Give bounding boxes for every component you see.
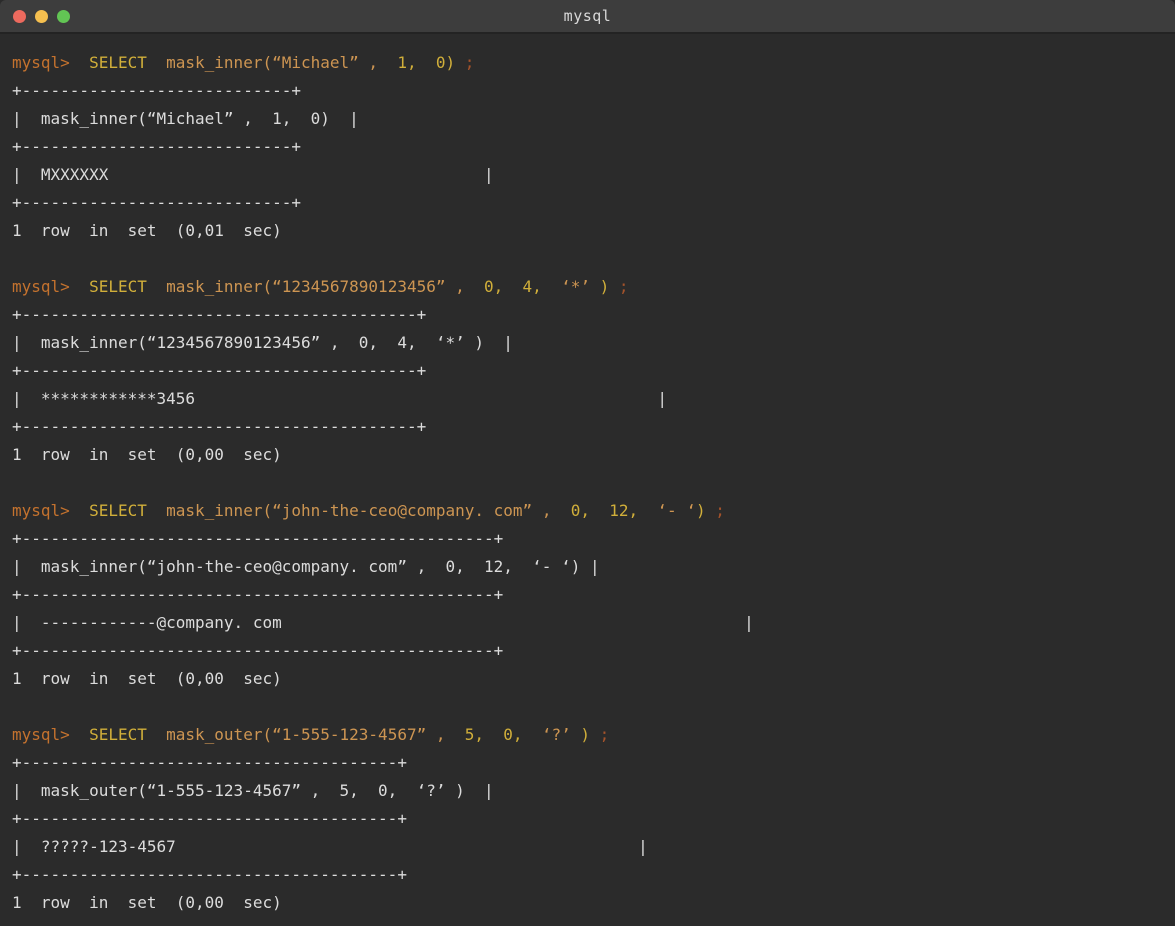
table-4-value: | ?????-123-4567 | [12, 833, 1175, 861]
table-1-border-top: +----------------------------+ [12, 77, 1175, 105]
terminal-window: mysql mysql> SELECT mask_inner(“Michael”… [0, 0, 1175, 926]
table-4-border-top: +---------------------------------------… [12, 749, 1175, 777]
table-4-border-bottom: +---------------------------------------… [12, 861, 1175, 889]
query-line-3: mysql> SELECT mask_inner(“john-the-ceo@c… [12, 497, 1175, 525]
table-2-value: | ************3456 | [12, 385, 1175, 413]
traffic-lights [13, 0, 70, 32]
table-3-header: | mask_inner(“john-the-ceo@company. com”… [12, 553, 1175, 581]
table-1-header: | mask_inner(“Michael” , 1, 0) | [12, 105, 1175, 133]
table-3-border-bottom: +---------------------------------------… [12, 637, 1175, 665]
query-line-1: mysql> SELECT mask_inner(“Michael” , 1, … [12, 49, 1175, 77]
table-2-border-bottom: +---------------------------------------… [12, 413, 1175, 441]
table-3-border-top: +---------------------------------------… [12, 525, 1175, 553]
result-summary-2: 1 row in set (0,00 sec) [12, 441, 1175, 469]
titlebar[interactable]: mysql [0, 0, 1175, 34]
query-line-4: mysql> SELECT mask_outer(“1-555-123-4567… [12, 721, 1175, 749]
query-line-2: mysql> SELECT mask_inner(“12345678901234… [12, 273, 1175, 301]
table-3-border-mid: +---------------------------------------… [12, 581, 1175, 609]
table-4-header: | mask_outer(“1-555-123-4567” , 5, 0, ‘?… [12, 777, 1175, 805]
blank-line [12, 693, 1175, 721]
result-summary-4: 1 row in set (0,00 sec) [12, 889, 1175, 917]
blank-line [12, 469, 1175, 497]
zoom-button[interactable] [57, 10, 70, 23]
minimize-button[interactable] [35, 10, 48, 23]
result-summary-3: 1 row in set (0,00 sec) [12, 665, 1175, 693]
blank-line [12, 245, 1175, 273]
table-2-border-mid: +---------------------------------------… [12, 357, 1175, 385]
result-summary-1: 1 row in set (0,01 sec) [12, 217, 1175, 245]
table-2-border-top: +---------------------------------------… [12, 301, 1175, 329]
table-4-border-mid: +---------------------------------------… [12, 805, 1175, 833]
table-2-header: | mask_inner(“1234567890123456” , 0, 4, … [12, 329, 1175, 357]
table-1-border-mid: +----------------------------+ [12, 133, 1175, 161]
table-3-value: | ------------@company. com | [12, 609, 1175, 637]
window-title: mysql [564, 7, 612, 25]
table-1-value: | MXXXXXX | [12, 161, 1175, 189]
table-1-border-bottom: +----------------------------+ [12, 189, 1175, 217]
close-button[interactable] [13, 10, 26, 23]
terminal-screen[interactable]: mysql> SELECT mask_inner(“Michael” , 1, … [0, 34, 1175, 926]
